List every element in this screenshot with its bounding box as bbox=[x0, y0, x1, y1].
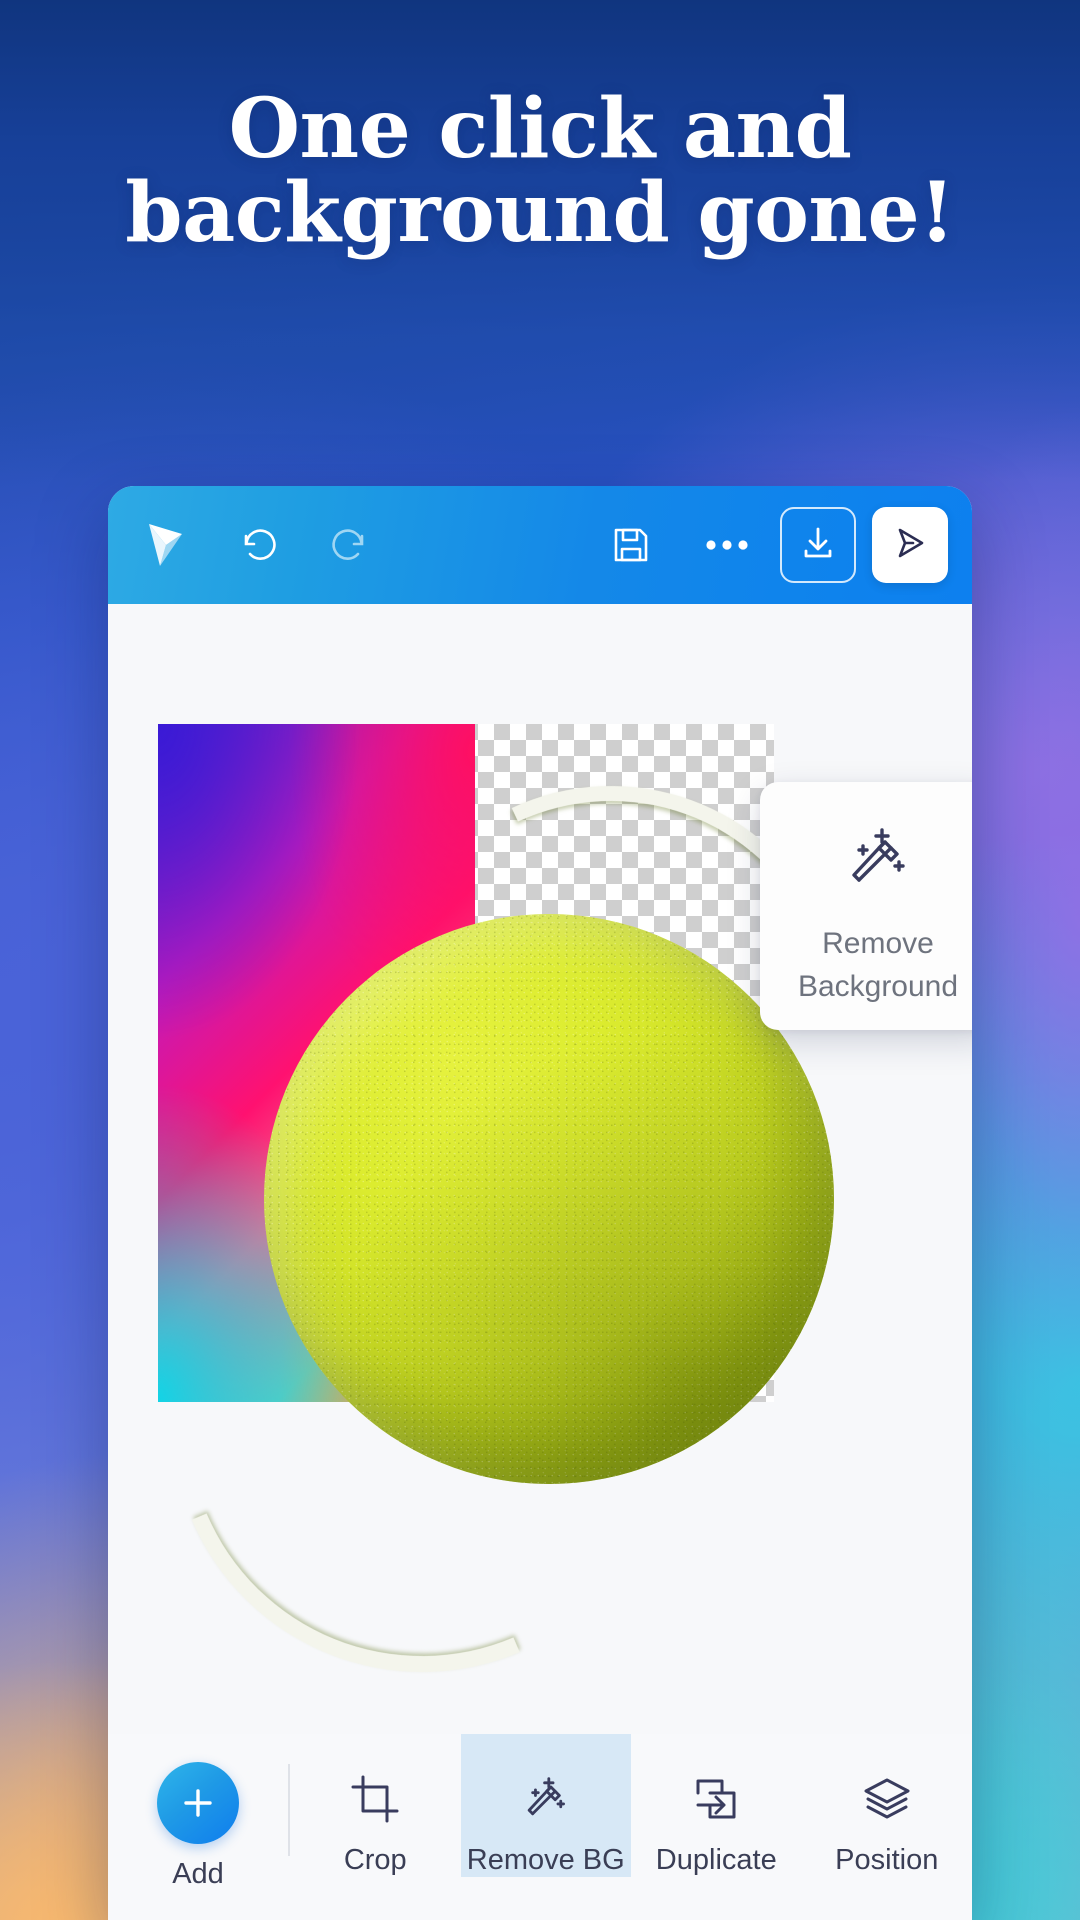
paper-plane-logo-icon[interactable] bbox=[138, 514, 200, 576]
download-icon bbox=[799, 524, 837, 567]
promo-headline: One click and background gone! bbox=[0, 81, 1080, 261]
magic-wand-icon bbox=[841, 822, 915, 901]
headline-line-1: One click and bbox=[228, 81, 852, 177]
tool-remove-bg-label: Remove BG bbox=[466, 1844, 625, 1876]
tool-crop[interactable]: Crop bbox=[290, 1734, 461, 1877]
editor-canvas[interactable]: Remove Background bbox=[108, 604, 972, 1748]
floppy-save-icon[interactable] bbox=[600, 514, 662, 576]
plus-icon bbox=[157, 1762, 239, 1844]
tooltip-label-line-1: Remove bbox=[822, 927, 934, 960]
download-button[interactable] bbox=[780, 507, 856, 583]
app-mockup-frame: Remove Background Add Crop Remove BG Dup… bbox=[108, 486, 972, 1920]
artboard[interactable] bbox=[108, 719, 913, 1748]
tool-crop-label: Crop bbox=[343, 1844, 407, 1876]
duplicate-icon bbox=[690, 1768, 742, 1830]
undo-arrow-icon[interactable] bbox=[228, 514, 290, 576]
magic-wand-icon bbox=[520, 1768, 572, 1830]
tennis-ball-image[interactable] bbox=[108, 719, 913, 1748]
tool-duplicate[interactable]: Duplicate bbox=[631, 1734, 802, 1877]
send-arrow-icon bbox=[889, 522, 931, 569]
send-button[interactable] bbox=[872, 507, 948, 583]
redo-arrow-icon[interactable] bbox=[318, 514, 380, 576]
tool-remove-bg[interactable]: Remove BG bbox=[460, 1734, 631, 1877]
add-button[interactable]: Add bbox=[108, 1734, 288, 1920]
tennis-ball-body bbox=[108, 719, 913, 1748]
tooltip-label-line-2: Background bbox=[797, 969, 959, 1003]
tool-position-label: Position bbox=[835, 1844, 939, 1876]
bottom-toolbar: Add Crop Remove BG Duplicate Position bbox=[108, 1734, 972, 1920]
more-options-icon[interactable] bbox=[696, 514, 758, 576]
tool-duplicate-label: Duplicate bbox=[655, 1844, 777, 1876]
layers-icon bbox=[860, 1768, 914, 1830]
tool-list: Crop Remove BG Duplicate Position bbox=[290, 1734, 972, 1877]
add-button-label: Add bbox=[172, 1858, 224, 1890]
tooltip-label: Remove Background bbox=[798, 923, 958, 1008]
tennis-ball-shading bbox=[264, 914, 834, 1484]
crop-icon bbox=[349, 1768, 401, 1830]
headline-line-2: background gone! bbox=[125, 164, 955, 261]
top-toolbar bbox=[108, 486, 972, 604]
tool-position[interactable]: Position bbox=[802, 1734, 973, 1877]
remove-background-tooltip[interactable]: Remove Background bbox=[760, 782, 972, 1030]
